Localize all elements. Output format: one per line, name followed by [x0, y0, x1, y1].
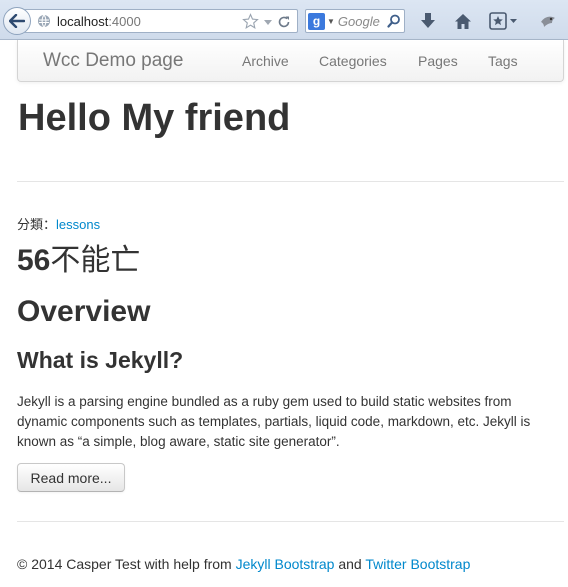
footer-and: and [334, 556, 366, 572]
addon-icon[interactable] [538, 10, 558, 32]
post-title-text: 不能亡 [50, 243, 141, 278]
category-line: 分類：lessons [17, 214, 100, 233]
heading-overview: Overview [17, 295, 151, 328]
post-title-number: 56 [17, 244, 51, 277]
search-engine-icon[interactable]: g [308, 12, 325, 30]
footer-divider [17, 521, 564, 522]
back-arrow-icon [9, 14, 25, 28]
star-icon[interactable] [242, 13, 259, 30]
footer-link-twitter-bootstrap[interactable]: Twitter Bootstrap [365, 556, 470, 572]
back-button[interactable] [3, 7, 31, 35]
url-port: :4000 [108, 13, 141, 29]
url-host: localhost [57, 13, 109, 29]
bookmarks-icon[interactable] [488, 10, 520, 32]
download-icon[interactable] [418, 10, 438, 32]
search-bar[interactable]: g ▼ Google [305, 9, 405, 33]
globe-icon [37, 13, 53, 29]
nav-link-pages[interactable]: Pages [418, 53, 458, 69]
footer-link-jekyll-bootstrap[interactable]: Jekyll Bootstrap [236, 556, 335, 572]
browser-toolbar: localhost:4000 g ▼ Google [0, 0, 568, 40]
category-link[interactable]: lessons [56, 217, 100, 232]
footer: © 2014 Casper Test with help from Jekyll… [17, 556, 470, 572]
nav-link-categories[interactable]: Categories [319, 53, 387, 69]
engine-dropdown-icon[interactable]: ▼ [327, 17, 335, 26]
heading-what-is-jekyll: What is Jekyll? [17, 347, 184, 373]
divider [17, 181, 564, 182]
brand-link[interactable]: Wcc Demo page [43, 50, 183, 72]
search-icon[interactable] [387, 14, 401, 28]
read-more-button[interactable]: Read more... [17, 463, 125, 492]
reload-icon[interactable] [277, 15, 291, 29]
nav-link-tags[interactable]: Tags [488, 53, 518, 69]
search-input[interactable]: Google [338, 14, 387, 29]
category-prefix: 分類： [17, 217, 57, 232]
post-excerpt: Jekyll is a parsing engine bundled as a … [17, 394, 531, 449]
navbar: Wcc Demo page Archive Categories Pages T… [17, 40, 564, 82]
url-bar[interactable]: localhost:4000 [24, 9, 298, 33]
page-title: Hello My friend [18, 97, 291, 139]
nav-link-archive[interactable]: Archive [242, 53, 289, 69]
dropdown-arrow-icon[interactable] [263, 17, 273, 27]
home-icon[interactable] [452, 10, 474, 32]
footer-text: © 2014 Casper Test with help from [17, 556, 236, 572]
url-text[interactable]: localhost:4000 [57, 14, 141, 29]
post-title[interactable]: 56不能亡 [17, 243, 140, 279]
